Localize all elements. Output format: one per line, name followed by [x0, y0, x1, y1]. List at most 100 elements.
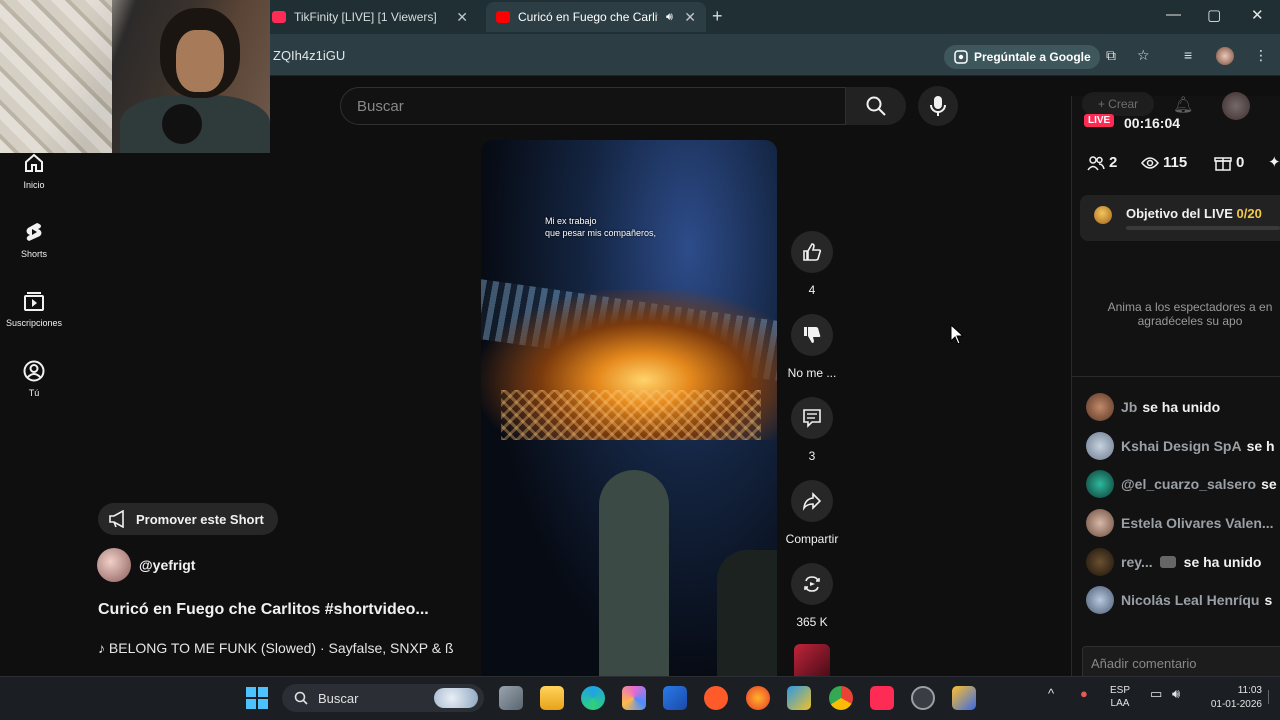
comment-icon [803, 409, 821, 428]
sidebar-item-subscriptions[interactable]: Suscripciones [0, 290, 68, 328]
microphone-tray-icon[interactable]: ● [1080, 686, 1088, 701]
show-desktop-button[interactable] [1268, 690, 1274, 704]
audio-thumbnail[interactable] [794, 644, 830, 676]
chat-item: @el_cuarzo_salsero se [1086, 470, 1277, 498]
eye-icon [1141, 156, 1159, 169]
chrome-icon[interactable] [829, 686, 853, 710]
minimize-button[interactable]: — [1166, 6, 1181, 23]
bell-icon[interactable]: 🔔︎ [1173, 95, 1193, 115]
sidebar-item-shorts[interactable]: Shorts [0, 221, 68, 259]
tab-label: TikFinity [LIVE] [1 Viewers] [294, 10, 437, 24]
store-icon[interactable] [787, 686, 811, 710]
system-clock[interactable]: 11:03 01-01-2026 [1200, 684, 1262, 712]
tab-tikfinity[interactable]: TikFinity [LIVE] [1 Viewers] ✕ [262, 2, 478, 32]
close-window-button[interactable]: ✕ [1251, 6, 1264, 24]
task-view-icon[interactable] [499, 686, 523, 710]
dislike-button[interactable]: No me ... [787, 314, 837, 380]
like-count: 4 [808, 283, 816, 297]
taskbar-search[interactable]: Buscar [282, 684, 484, 712]
close-tab-icon[interactable]: ✕ [684, 9, 696, 26]
bookmark-star-icon[interactable]: ☆ [1137, 47, 1150, 64]
comments-count: 3 [808, 449, 816, 463]
remix-button[interactable]: 365 K [790, 563, 834, 629]
microphone-icon [930, 96, 946, 116]
sidebar-item-label: Shorts [20, 249, 47, 259]
search-input[interactable]: Buscar [340, 87, 846, 125]
music-track[interactable]: ♪ BELONG TO ME FUNK (Slowed) · Sayfalse,… [98, 640, 454, 656]
channel-handle[interactable]: @yefrigt [139, 557, 195, 573]
comments-button[interactable]: 3 [790, 397, 834, 463]
chat-avatar[interactable] [1086, 393, 1114, 421]
install-app-icon[interactable]: ⧉ [1106, 47, 1116, 64]
more-stats-icon[interactable]: ✦ [1268, 153, 1280, 171]
chat-avatar[interactable] [1086, 432, 1114, 460]
stat-gifts: 0 [1214, 154, 1244, 171]
promote-label: Promover este Short [136, 511, 264, 527]
chat-avatar[interactable] [1086, 470, 1114, 498]
search-button[interactable] [846, 87, 906, 125]
copilot-icon[interactable] [622, 686, 646, 710]
obs-icon[interactable] [911, 686, 935, 710]
subscriptions-icon [24, 292, 44, 311]
promote-short-button[interactable]: Promover este Short [98, 503, 278, 535]
share-label: Compartir [785, 532, 839, 546]
url-field[interactable]: ZQIh4z1iGU [273, 48, 345, 63]
channel-avatar[interactable] [97, 548, 131, 582]
live-duration: 00:16:04 [1124, 115, 1181, 131]
like-button[interactable]: 4 [790, 231, 834, 297]
chrome-menu-icon[interactable]: ⋮ [1254, 47, 1268, 64]
volume-icon[interactable]: 🔊︎ [1172, 686, 1180, 702]
input-language[interactable]: ESP LAA [1110, 684, 1130, 710]
network-icon[interactable]: ▭ [1150, 686, 1162, 702]
home-icon [25, 153, 43, 172]
stat-users: 2 [1087, 154, 1117, 171]
tab-youtube-short[interactable]: Curicó en Fuego che Carlito 🔊︎ ✕ [486, 2, 706, 32]
you-icon [23, 360, 45, 382]
ask-google-label: Pregúntale a Google [974, 50, 1091, 64]
sidebar-item-home[interactable]: Inicio [0, 152, 68, 190]
dislike-label: No me ... [787, 366, 837, 380]
search-icon [866, 96, 886, 116]
user-avatar[interactable] [1222, 92, 1250, 120]
voice-search-button[interactable] [918, 86, 958, 126]
short-title[interactable]: Curicó en Fuego che Carlitos #shortvideo… [98, 601, 429, 619]
comment-input[interactable]: Añadir comentario [1082, 646, 1280, 680]
create-label: Crear [1108, 97, 1139, 111]
maximize-button[interactable]: ▢ [1207, 6, 1221, 24]
stat-value: 2 [1109, 154, 1118, 171]
chat-item: rey... se ha unido [1086, 548, 1261, 576]
music-note-icon: ♪ [98, 640, 109, 656]
show-hidden-icons[interactable]: ^ [1048, 686, 1054, 701]
file-explorer-icon[interactable] [540, 686, 564, 710]
outlook-icon[interactable] [663, 686, 687, 710]
tiktok-icon[interactable] [870, 686, 894, 710]
tikfinity-favicon-icon [272, 11, 286, 23]
firefox-icon[interactable] [746, 686, 770, 710]
chat-avatar[interactable] [1086, 548, 1114, 576]
close-tab-icon[interactable]: ✕ [456, 9, 468, 26]
profile-avatar[interactable] [1216, 47, 1234, 65]
sidebar-item-you[interactable]: Tú [0, 360, 68, 398]
create-button[interactable]: + Crear [1082, 92, 1154, 116]
ask-google-button[interactable]: Pregúntale a Google [944, 45, 1100, 69]
sidebar-item-label: Inicio [23, 180, 45, 190]
windows-start-icon[interactable] [246, 687, 268, 709]
live-badge: LIVE [1084, 114, 1115, 127]
goal-label: Objetivo del LIVE 0/20 [1126, 206, 1262, 221]
origin-icon[interactable] [704, 686, 728, 710]
goal-icon [1094, 206, 1112, 224]
media-player-icon[interactable] [952, 686, 976, 710]
video-caption: Mi ex trabajo que pesar mis compañeros, [545, 216, 657, 238]
media-controls-icon[interactable]: ≡ [1184, 47, 1192, 63]
gift-icon [1214, 156, 1232, 171]
edge-icon[interactable] [581, 686, 605, 710]
audio-playing-icon[interactable]: 🔊︎ [666, 11, 673, 24]
chat-avatar[interactable] [1086, 509, 1114, 537]
new-tab-button[interactable]: + [712, 6, 723, 27]
chat-avatar[interactable] [1086, 586, 1114, 614]
music-track-label: BELONG TO ME FUNK (Slowed) · Sayfalse, S… [108, 640, 454, 656]
share-button[interactable]: Compartir [786, 480, 838, 546]
short-video-player[interactable]: Mi ex trabajo que pesar mis compañeros, [481, 140, 777, 680]
chat-item: Kshai Design SpA se h [1086, 432, 1275, 460]
stat-views: 115 [1141, 154, 1187, 171]
